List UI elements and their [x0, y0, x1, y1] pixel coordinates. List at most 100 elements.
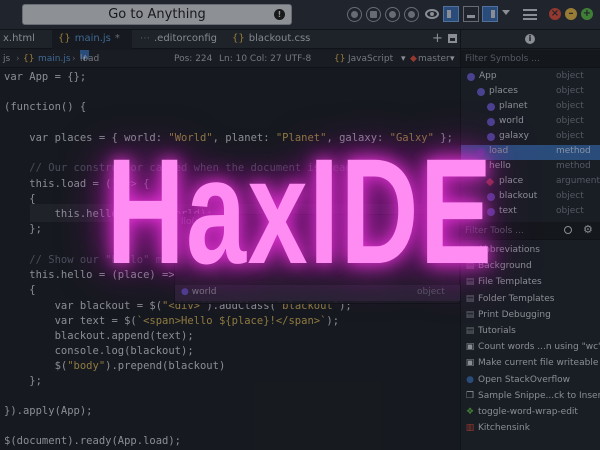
- tool-label: toggle-word-wrap-edit: [478, 407, 578, 417]
- symbol-type: object: [556, 206, 584, 216]
- symbol-filter: [461, 50, 600, 68]
- filter-symbols-input[interactable]: [465, 52, 559, 66]
- symbol-type: object: [556, 101, 584, 111]
- tab-label: blackout.css: [248, 33, 311, 44]
- tab-label: .editorconfig: [154, 33, 217, 44]
- toggle-bottom-pane-button[interactable]: [463, 6, 479, 22]
- kit-icon: ▥: [465, 423, 475, 434]
- code-line: };: [4, 223, 42, 235]
- info-icon[interactable]: i: [525, 34, 535, 44]
- chevron-down-icon: ▾: [450, 54, 455, 64]
- chevron-down-icon[interactable]: [502, 10, 510, 15]
- tab-label: main.js: [74, 33, 111, 44]
- breadcrumb-separator: ›: [16, 54, 20, 64]
- command-icon: ▣: [465, 358, 475, 369]
- maximize-window-button[interactable]: +: [581, 8, 593, 20]
- macro-icon: ❖: [465, 407, 475, 417]
- symbol-item-places[interactable]: places object: [461, 85, 600, 100]
- breadcrumb-symbol-label: load: [80, 54, 100, 64]
- tool-label: Open StackOverflow: [478, 374, 570, 385]
- code-line: }).apply(App);: [4, 405, 93, 417]
- folder-icon: ▤: [465, 309, 475, 320]
- tab-main-js[interactable]: {} main.js *: [52, 30, 132, 49]
- language-selector[interactable]: JavaScript: [348, 50, 393, 68]
- cursor-position: Pos: 224: [174, 54, 213, 64]
- code-line: console.log(blackout);: [4, 345, 194, 357]
- tool-label: Sample Snippe...ck to Insert: [478, 390, 600, 401]
- tool-item[interactable]: ❐ Sample Snippe...ck to Insert: [465, 388, 600, 404]
- symbol-name: planet: [499, 101, 528, 111]
- new-tab-icon[interactable]: +: [432, 30, 443, 47]
- go-to-anything-button[interactable]: Go to Anything !: [22, 4, 292, 25]
- minimize-window-button[interactable]: –: [565, 8, 577, 20]
- command-icon: ▣: [465, 342, 475, 353]
- code-line: var App = {};: [4, 71, 87, 83]
- symbol-type: object: [556, 116, 584, 126]
- editor-statusbar: js › {} main.js › f load Pos: 224 Ln: 10 …: [0, 50, 460, 68]
- code-line: $(document).ready(App.load);: [4, 435, 182, 447]
- object-icon: [467, 73, 475, 81]
- folder-icon: ▤: [465, 326, 475, 336]
- tool-item[interactable]: ❖ toggle-word-wrap-edit: [465, 404, 600, 420]
- file-encoding[interactable]: UTF-8: [285, 50, 311, 68]
- menu-icon[interactable]: [523, 9, 537, 20]
- go-to-anything-label: Go to Anything: [108, 7, 206, 22]
- gear-icon[interactable]: ⚙: [583, 223, 593, 236]
- tab-layout-icon[interactable]: [448, 34, 457, 43]
- tab-editorconfig[interactable]: ⋯ .editorconfig: [134, 30, 224, 49]
- toggle-right-pane-button[interactable]: [482, 6, 498, 22]
- eye-icon[interactable]: [425, 9, 439, 19]
- symbol-name: world: [499, 116, 524, 126]
- css-file-icon: {}: [232, 33, 245, 44]
- tool-label: Kitchensink: [478, 423, 530, 434]
- symbol-type: object: [556, 131, 584, 141]
- search-icon[interactable]: [564, 226, 572, 234]
- play-macro-button[interactable]: [385, 7, 400, 22]
- tab-blackout-css[interactable]: {} blackout.css: [226, 30, 316, 49]
- git-branch-icon: ◆: [410, 54, 417, 64]
- symbol-type: object: [556, 191, 584, 201]
- tool-item[interactable]: ▣ Make current file writeable: [465, 355, 600, 371]
- tool-item[interactable]: ● Open StackOverflow: [465, 372, 600, 388]
- symbol-type: method: [556, 146, 591, 156]
- symbol-name: App: [479, 71, 497, 81]
- stop-macro-button[interactable]: [366, 7, 381, 22]
- record-macro-button[interactable]: [347, 7, 362, 22]
- line-column: Ln: 10 Col: 27: [219, 54, 282, 64]
- tool-label: Make current file writeable: [478, 358, 599, 369]
- breadcrumb-separator: ›: [72, 54, 76, 64]
- breadcrumb-folder[interactable]: js: [3, 50, 10, 68]
- breadcrumb-file[interactable]: main.js: [38, 50, 71, 68]
- close-window-button[interactable]: ×: [549, 8, 561, 20]
- toggle-left-pane-button[interactable]: [443, 6, 459, 22]
- tab-x-html[interactable]: x.html: [0, 30, 50, 49]
- symbol-type: method: [556, 161, 591, 171]
- save-macro-button[interactable]: [404, 7, 419, 22]
- symbol-type: object: [556, 86, 584, 96]
- js-file-icon: {}: [334, 54, 346, 64]
- right-panel-header: i: [461, 30, 600, 49]
- chevron-down-icon: ▾: [401, 54, 406, 64]
- code-line: $("body").prepend(blackout): [4, 360, 226, 372]
- js-file-icon: {}: [23, 54, 35, 64]
- object-icon: [487, 118, 495, 126]
- git-branch[interactable]: master: [418, 50, 450, 68]
- file-icon: ⋯: [140, 33, 150, 44]
- tool-item[interactable]: ▤ Tutorials: [465, 323, 600, 339]
- code-line: {: [4, 284, 36, 296]
- object-icon: [477, 88, 485, 96]
- tab-label: x.html: [3, 33, 35, 44]
- tool-item[interactable]: ▣ Count words ...n using "wc": [465, 339, 600, 355]
- code-line: };: [4, 375, 42, 387]
- tool-label: Tutorials: [478, 326, 516, 336]
- tool-item[interactable]: ▤ Print Debugging: [465, 307, 600, 323]
- modified-indicator-icon: *: [114, 33, 120, 44]
- tool-label: Print Debugging: [478, 309, 551, 320]
- globe-icon: ●: [466, 374, 474, 385]
- info-icon[interactable]: !: [274, 9, 285, 20]
- symbol-item-planet[interactable]: planet object: [461, 100, 600, 115]
- symbol-type: object: [556, 71, 584, 81]
- symbol-item-App[interactable]: App object: [461, 70, 600, 85]
- tool-item[interactable]: ▥ Kitchensink: [465, 420, 600, 436]
- haxide-logo-title: HaxIDE: [106, 127, 494, 295]
